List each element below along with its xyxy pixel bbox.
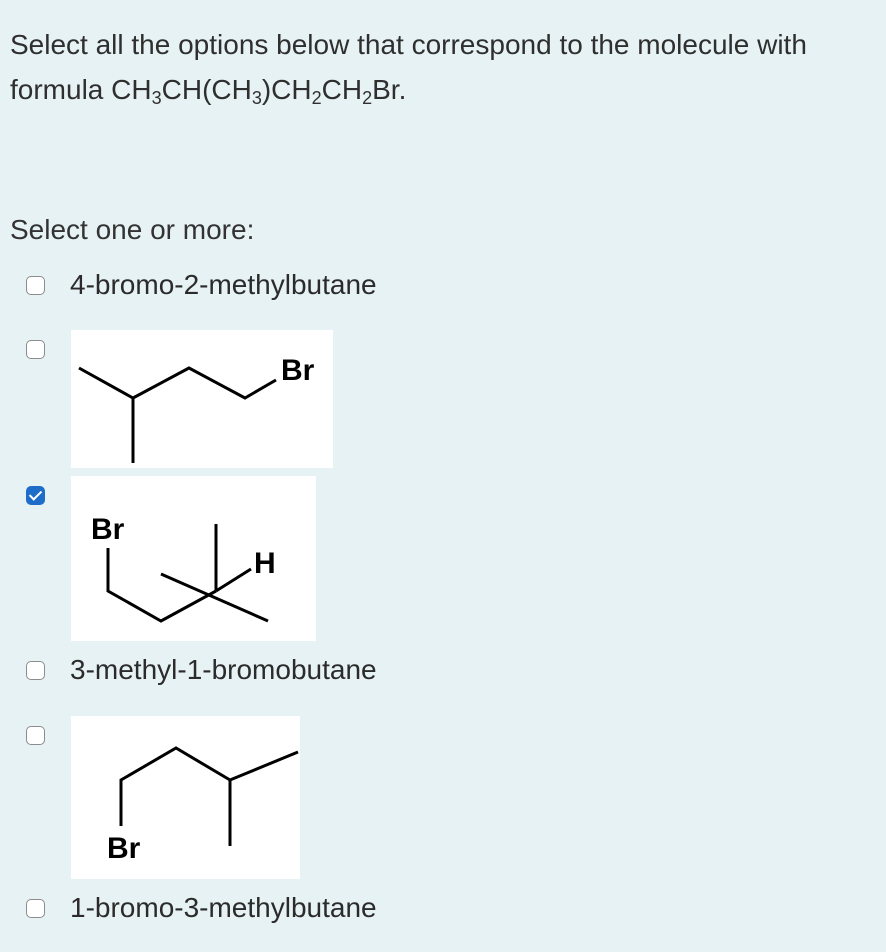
- option-3-structure-image[interactable]: Br H: [71, 476, 316, 641]
- option-6-checkbox[interactable]: [26, 899, 45, 918]
- option-1-checkbox[interactable]: [26, 276, 45, 295]
- option-3-checkbox[interactable]: [26, 486, 45, 505]
- option-3-br-atom: Br: [91, 513, 125, 546]
- option-3-h-atom: H: [254, 547, 276, 580]
- option-2-structure-image[interactable]: Br: [71, 330, 333, 468]
- option-5-checkbox[interactable]: [26, 726, 45, 745]
- option-6-label[interactable]: 1-bromo-3-methylbutane: [70, 892, 377, 924]
- option-4-label[interactable]: 3-methyl-1-bromobutane: [70, 654, 377, 686]
- select-prompt: Select one or more:: [10, 214, 255, 245]
- formula: CH3CH(CH3)CH2CH2Br.: [111, 74, 407, 108]
- option-2-br-atom: Br: [281, 354, 315, 387]
- question-text: Select all the options below that corres…: [10, 22, 870, 112]
- option-2-checkbox[interactable]: [26, 340, 45, 359]
- option-5-structure-image[interactable]: Br: [71, 716, 300, 879]
- option-1-label[interactable]: 4-bromo-2-methylbutane: [70, 269, 377, 301]
- option-4-checkbox[interactable]: [26, 661, 45, 680]
- option-5-br-atom: Br: [107, 832, 141, 865]
